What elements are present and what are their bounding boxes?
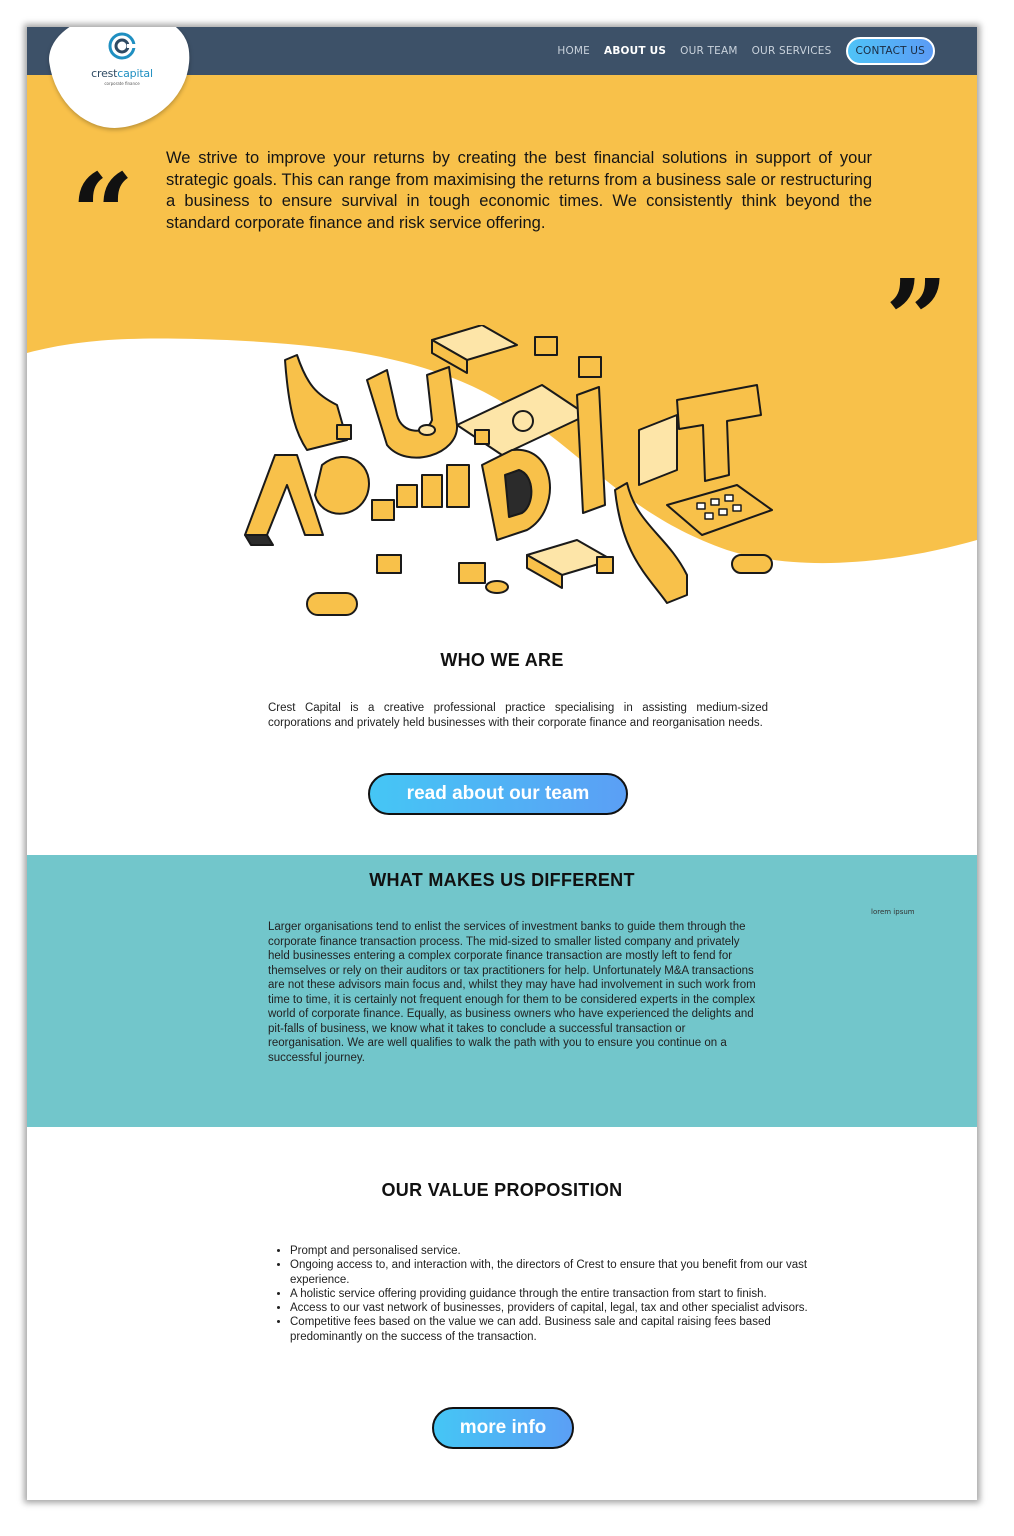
list-item: A holistic service offering providing gu… (290, 1287, 830, 1301)
close-quote-icon: ” (885, 255, 949, 384)
main-nav: HOME ABOUT US OUR TEAM OUR SERVICES CONT… (557, 37, 935, 65)
crest-logo-icon (108, 32, 137, 60)
hero-section: “ ” We strive to improve your returns by… (27, 75, 977, 616)
who-we-are-text: Crest Capital is a creative professional… (268, 702, 768, 729)
contact-us-button[interactable]: CONTACT US (845, 37, 935, 65)
nav-home[interactable]: HOME (557, 45, 590, 57)
nav-about-us[interactable]: ABOUT US (604, 45, 666, 57)
different-text: Larger organisations tend to enlist the … (268, 921, 756, 1064)
value-proposition-list: Prompt and personalised service. Ongoing… (268, 1244, 830, 1344)
nav-our-team[interactable]: OUR TEAM (680, 45, 737, 57)
logo-name-capital: capital (117, 67, 153, 80)
list-item: Prompt and personalised service. (290, 1244, 830, 1258)
nav-our-services[interactable]: OUR SERVICES (752, 45, 832, 57)
logo-name-crest: crest (91, 67, 118, 80)
list-item: Ongoing access to, and interaction with,… (290, 1258, 830, 1287)
value-proposition-title: OUR VALUE PROPOSITION (381, 1180, 623, 1200)
mission-statement: We strive to improve your returns by cre… (166, 149, 872, 232)
list-item: Competitive fees based on the value we c… (290, 1315, 830, 1344)
logo-tagline: corporate finance (104, 81, 140, 86)
read-about-team-button[interactable]: read about our team (368, 773, 628, 815)
page: HOME ABOUT US OUR TEAM OUR SERVICES CONT… (27, 27, 977, 1500)
open-quote-icon: “ (71, 149, 135, 278)
lorem-ipsum-text: lorem ipsum (871, 908, 915, 916)
list-item: Access to our vast network of businesses… (290, 1301, 830, 1315)
more-info-button[interactable]: more info (432, 1407, 574, 1449)
logo-wordmark: crestcapital (77, 67, 167, 80)
crest-capital-logo[interactable]: crestcapital corporate finance (77, 31, 167, 101)
audit-illustration-icon (244, 325, 773, 616)
who-we-are-title: WHO WE ARE (440, 650, 564, 670)
different-title: WHAT MAKES US DIFFERENT (369, 870, 635, 890)
